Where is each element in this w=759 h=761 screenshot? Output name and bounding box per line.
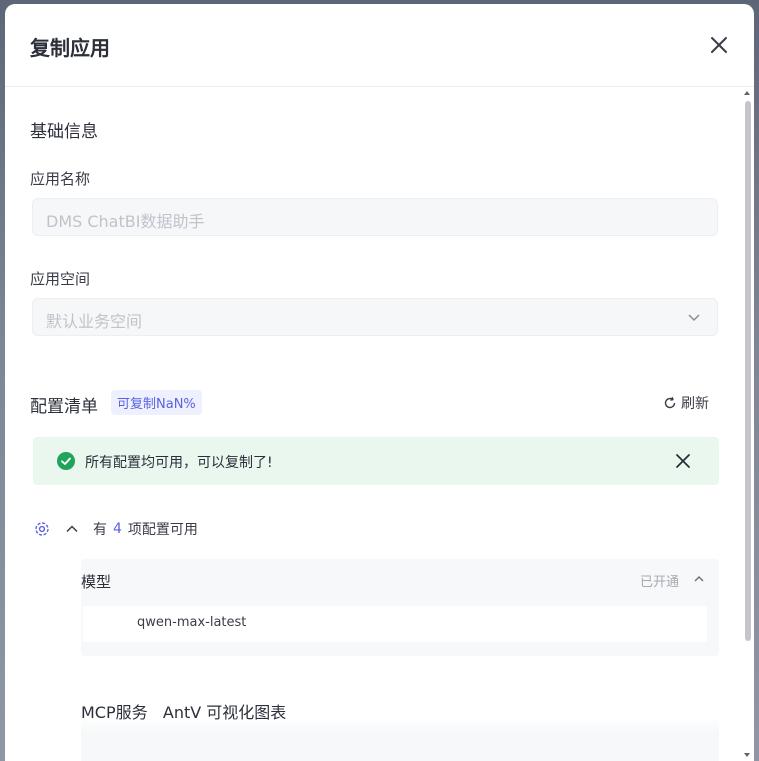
copy-app-dialog: 复制应用 基础信息 应用名称 DMS ChatBI数据助手 应用空间 默认业务空…: [5, 4, 754, 761]
config-item-status: 已开通: [639, 575, 679, 590]
refresh-button[interactable]: 刷新: [663, 393, 709, 413]
app-space-select[interactable]: 默认业务空间: [32, 298, 718, 336]
chevron-down-icon: [688, 314, 700, 322]
refresh-label: 刷新: [681, 396, 709, 412]
config-item-title: MCP服务 AntV 可视化图表: [81, 703, 287, 722]
config-group-header[interactable]: 有 4 项配置可用: [33, 518, 198, 540]
config-item-mcp: MCP服务 AntV 可视化图表: [81, 687, 719, 761]
group-suffix: 项配置可用: [127, 522, 198, 538]
copyable-badge: 可复制NaN%: [111, 390, 202, 415]
config-list-title: 配置清单: [30, 397, 98, 417]
group-prefix: 有: [93, 522, 107, 538]
close-icon: [676, 454, 690, 468]
dialog-body: 基础信息 应用名称 DMS ChatBI数据助手 应用空间 默认业务空间 配置清…: [5, 87, 754, 761]
app-name-value: DMS ChatBI数据助手: [46, 212, 205, 231]
check-circle-icon: [57, 452, 75, 470]
scrollbar[interactable]: [743, 89, 752, 759]
gear-icon: [35, 522, 49, 536]
config-item-title: 模型: [81, 573, 112, 591]
success-alert: 所有配置均可用，可以复制了!: [33, 437, 719, 485]
config-entry-text: qwen-max-latest: [137, 615, 247, 630]
refresh-icon: [664, 397, 676, 409]
close-icon: [711, 37, 727, 53]
close-button[interactable]: [705, 31, 733, 59]
chevron-up-icon[interactable]: [693, 573, 705, 585]
alert-text: 所有配置均可用，可以复制了!: [85, 455, 273, 471]
app-space-label: 应用空间: [30, 270, 91, 288]
scroll-down-icon[interactable]: [744, 753, 750, 757]
app-name-label: 应用名称: [30, 170, 91, 188]
group-count: 4: [113, 521, 122, 537]
scroll-up-icon[interactable]: [744, 91, 750, 95]
app-space-value: 默认业务空间: [46, 312, 143, 331]
config-entry: qwen-max-latest: [83, 606, 707, 642]
scroll-thumb[interactable]: [745, 101, 751, 641]
basic-info-title: 基础信息: [30, 122, 98, 142]
dialog-title: 复制应用: [30, 36, 110, 60]
alert-close-button[interactable]: [673, 451, 693, 471]
dialog-header: 复制应用: [5, 4, 754, 87]
config-item-model: 模型 已开通 qwen-max-latest: [81, 559, 719, 656]
chevron-up-icon: [66, 525, 78, 533]
app-name-field[interactable]: DMS ChatBI数据助手: [32, 198, 718, 236]
